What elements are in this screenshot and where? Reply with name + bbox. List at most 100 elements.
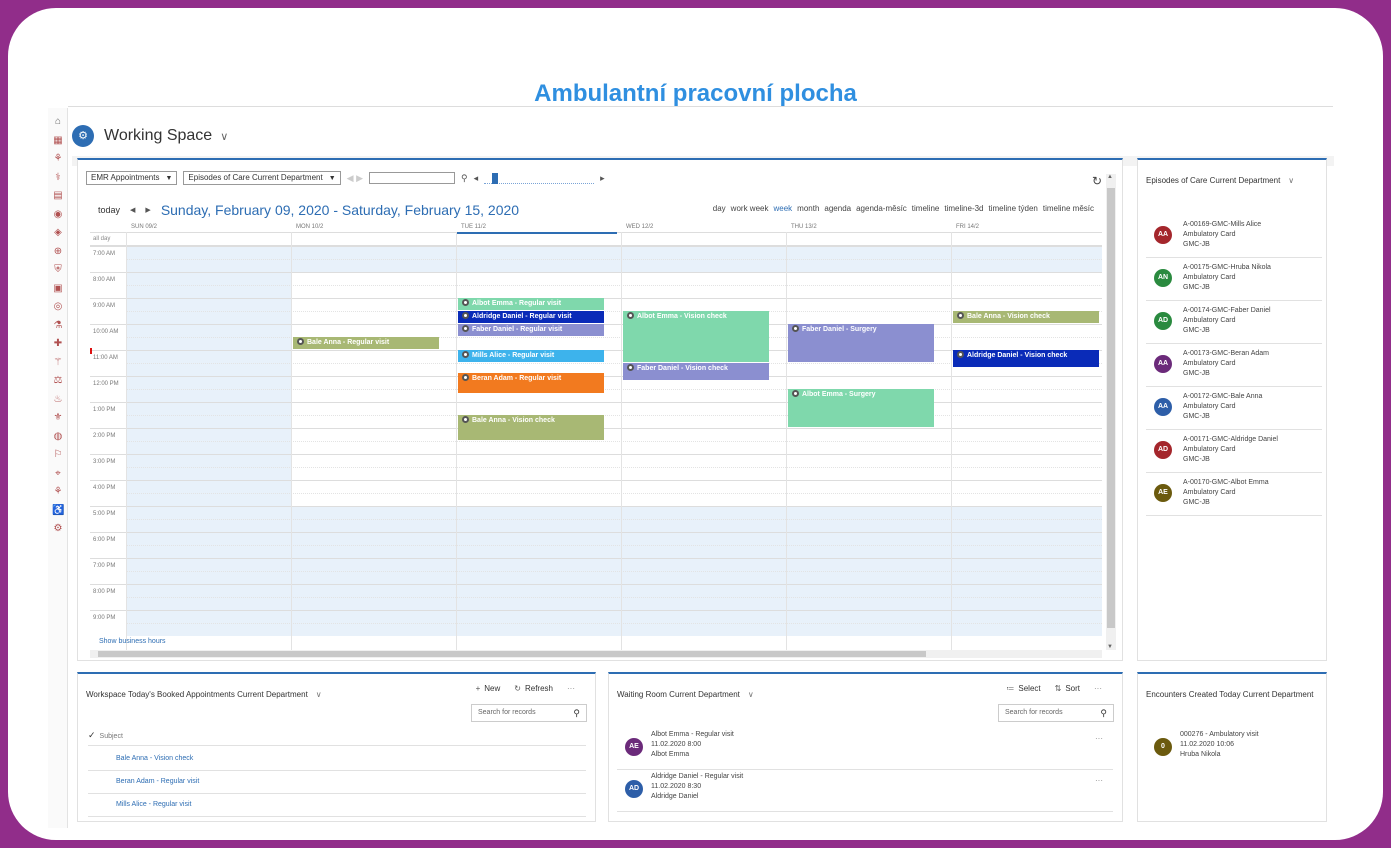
appointment-subject-link[interactable]: Mills Alice - Regular visit — [116, 801, 191, 808]
subject-column-header[interactable]: ✓ Subject — [88, 730, 586, 746]
spring-icon[interactable]: ♨ — [52, 394, 64, 406]
select-button[interactable]: ≔ Select — [1006, 684, 1040, 693]
caduceus-icon[interactable]: ⚚ — [52, 357, 64, 369]
episode-item[interactable]: AN A-00175-GMC-Hruba Nikola Ambulatory Car… — [1146, 259, 1322, 301]
chevron-down-icon[interactable]: ∨ — [220, 130, 228, 143]
calendar-event[interactable]: Bale Anna - Vision check — [458, 415, 604, 440]
cross-icon[interactable]: ✚ — [52, 338, 64, 350]
appointment-subject-link[interactable]: Beran Adam - Regular visit — [116, 778, 199, 785]
record-icon[interactable]: ◉ — [52, 209, 64, 221]
scale-icon[interactable]: ⚖ — [52, 375, 64, 387]
more-icon[interactable]: ··· — [1094, 684, 1102, 693]
table-row[interactable]: Beran Adam - Regular visit — [88, 771, 586, 794]
view-option[interactable]: timeline měsíc — [1043, 204, 1094, 213]
scroll-right-icon[interactable]: ▸ — [600, 173, 605, 184]
waiting-search-input[interactable]: Search for records ⚲ — [998, 704, 1114, 722]
calendar-event[interactable]: Mills Alice - Regular visit — [458, 350, 604, 362]
day-header[interactable]: FRI 14/2 — [956, 224, 979, 230]
calendar-event[interactable]: Faber Daniel - Vision check — [623, 363, 769, 381]
table-row[interactable]: Mills Alice - Regular visit — [88, 794, 586, 817]
refresh-icon[interactable]: ↻ — [1092, 174, 1102, 188]
episode-item[interactable]: AA A-00173-GMC-Beran Adam Ambulatory Card G… — [1146, 345, 1322, 387]
calendar-event[interactable]: Beran Adam - Regular visit — [458, 373, 604, 394]
zoom-slider[interactable] — [484, 172, 595, 184]
view-select[interactable]: EMR Appointments ▼ — [86, 171, 178, 185]
add-circle-icon[interactable]: ⊕ — [52, 246, 64, 258]
sort-button[interactable]: ⇅ Sort — [1055, 684, 1080, 693]
episode-item[interactable]: AD A-00174-GMC-Faber Daniel Ambulatory Car… — [1146, 302, 1322, 344]
episode-item[interactable]: AE A-00170-GMC-Albot Emma Ambulatory Card G… — [1146, 474, 1322, 516]
booked-search-input[interactable]: Search for records ⚲ — [471, 704, 587, 722]
flower-icon[interactable]: ⚘ — [52, 486, 64, 498]
checkmark-icon[interactable]: ✓ — [88, 730, 96, 740]
list-item[interactable]: AD Aldridge Daniel - Regular visit 11.02.2… — [617, 770, 1113, 812]
shield-icon[interactable]: ⛨ — [52, 264, 64, 276]
view-option[interactable]: work week — [731, 204, 769, 213]
vertical-scroll-thumb[interactable] — [1107, 188, 1115, 628]
view-option[interactable]: agenda — [824, 204, 851, 213]
view-option[interactable]: month — [797, 204, 819, 213]
view-option[interactable]: agenda-měsíc — [856, 204, 907, 213]
day-header[interactable]: THU 13/2 — [791, 224, 817, 230]
more-icon[interactable]: ··· — [1095, 776, 1103, 785]
search-icon[interactable]: ⚲ — [461, 173, 468, 184]
chevron-down-icon[interactable]: ∨ — [748, 690, 754, 699]
view-option[interactable]: timeline — [912, 204, 940, 213]
calendar-event[interactable]: Albot Emma - Vision check — [623, 311, 769, 362]
view-option[interactable]: timeline týden — [989, 204, 1038, 213]
diamond-icon[interactable]: ◈ — [52, 227, 64, 239]
calendar-event[interactable]: Bale Anna - Vision check — [953, 311, 1099, 323]
scroll-left-icon[interactable]: ◂ — [474, 173, 479, 184]
emblem-icon[interactable]: ⚜ — [52, 412, 64, 424]
calendar-event[interactable]: Albot Emma - Surgery — [788, 389, 934, 427]
calendar-event[interactable]: Faber Daniel - Surgery — [788, 324, 934, 362]
day-header[interactable]: TUE 11/2 — [457, 224, 617, 234]
more-icon[interactable]: ··· — [1095, 734, 1103, 743]
calendar-event[interactable]: Albot Emma - Regular visit — [458, 298, 604, 310]
search-icon[interactable]: ⚲ — [1100, 708, 1107, 719]
list-icon[interactable]: ▤ — [52, 190, 64, 202]
source-select[interactable]: Episodes of Care Current Department ▼ — [183, 171, 341, 185]
next-week-button[interactable]: ▶ — [145, 206, 150, 214]
more-icon[interactable]: ··· — [567, 684, 575, 693]
episode-item[interactable]: AA A-00169-GMC-Mills Alice Ambulatory Card… — [1146, 216, 1322, 258]
lab-icon[interactable]: ⚗ — [52, 320, 64, 332]
horizontal-scrollbar[interactable] — [90, 650, 1102, 658]
today-button[interactable]: today — [98, 205, 120, 215]
calendar-event[interactable]: Faber Daniel - Regular visit — [458, 324, 604, 336]
target-icon[interactable]: ◎ — [52, 301, 64, 313]
day-header[interactable]: SUN 09/2 — [131, 224, 157, 230]
chevron-down-icon[interactable]: ∨ — [316, 690, 322, 699]
view-option[interactable]: timeline-3d — [944, 204, 983, 213]
appointment-subject-link[interactable]: Bale Anna - Vision check — [116, 755, 193, 762]
home-icon[interactable]: ⌂ — [52, 116, 64, 128]
view-option[interactable]: day — [713, 204, 726, 213]
vertical-scrollbar[interactable]: ▲ ▼ — [1106, 174, 1116, 650]
wheelchair-icon[interactable]: ♿ — [52, 505, 64, 517]
scroll-up-icon[interactable]: ▲ — [1107, 174, 1113, 180]
show-business-hours-link[interactable]: Show business hours — [99, 638, 166, 645]
list-item[interactable]: 0 000276 - Ambulatory visit 11.02.2020 10:… — [1146, 728, 1322, 770]
workspace-title[interactable]: Working Space — [104, 127, 212, 145]
horizontal-scroll-thumb[interactable] — [98, 651, 926, 657]
medical-icon[interactable]: ⚕ — [52, 172, 64, 184]
calendar-event[interactable]: Aldridge Daniel - Regular visit — [458, 311, 604, 323]
gear-icon[interactable]: ⚙ — [52, 523, 64, 535]
zoom-slider-knob[interactable] — [492, 173, 499, 184]
circle-icon[interactable]: ◍ — [52, 431, 64, 443]
calendar-event[interactable]: Bale Anna - Regular visit — [293, 337, 439, 349]
list-item[interactable]: AE Albot Emma - Regular visit 11.02.2020 8… — [617, 728, 1113, 770]
view-option[interactable]: week — [773, 204, 792, 213]
locate-icon[interactable]: ⌖ — [52, 468, 64, 480]
patient-icon[interactable]: ⚘ — [52, 153, 64, 165]
table-row[interactable]: Bale Anna - Vision check — [88, 748, 586, 771]
day-header[interactable]: MON 10/2 — [296, 224, 323, 230]
search-icon[interactable]: ⚲ — [573, 708, 580, 719]
episode-item[interactable]: AD A-00171-GMC-Aldridge Daniel Ambulatory … — [1146, 431, 1322, 473]
episode-item[interactable]: AA A-00172-GMC-Bale Anna Ambulatory Card GM… — [1146, 388, 1322, 430]
new-button[interactable]: + New — [476, 684, 501, 693]
flag-icon[interactable]: ⚐ — [52, 449, 64, 461]
refresh-button[interactable]: ↻ Refresh — [514, 684, 553, 693]
scroll-down-icon[interactable]: ▼ — [1107, 644, 1113, 650]
chevron-down-icon[interactable]: ∨ — [1288, 176, 1294, 185]
